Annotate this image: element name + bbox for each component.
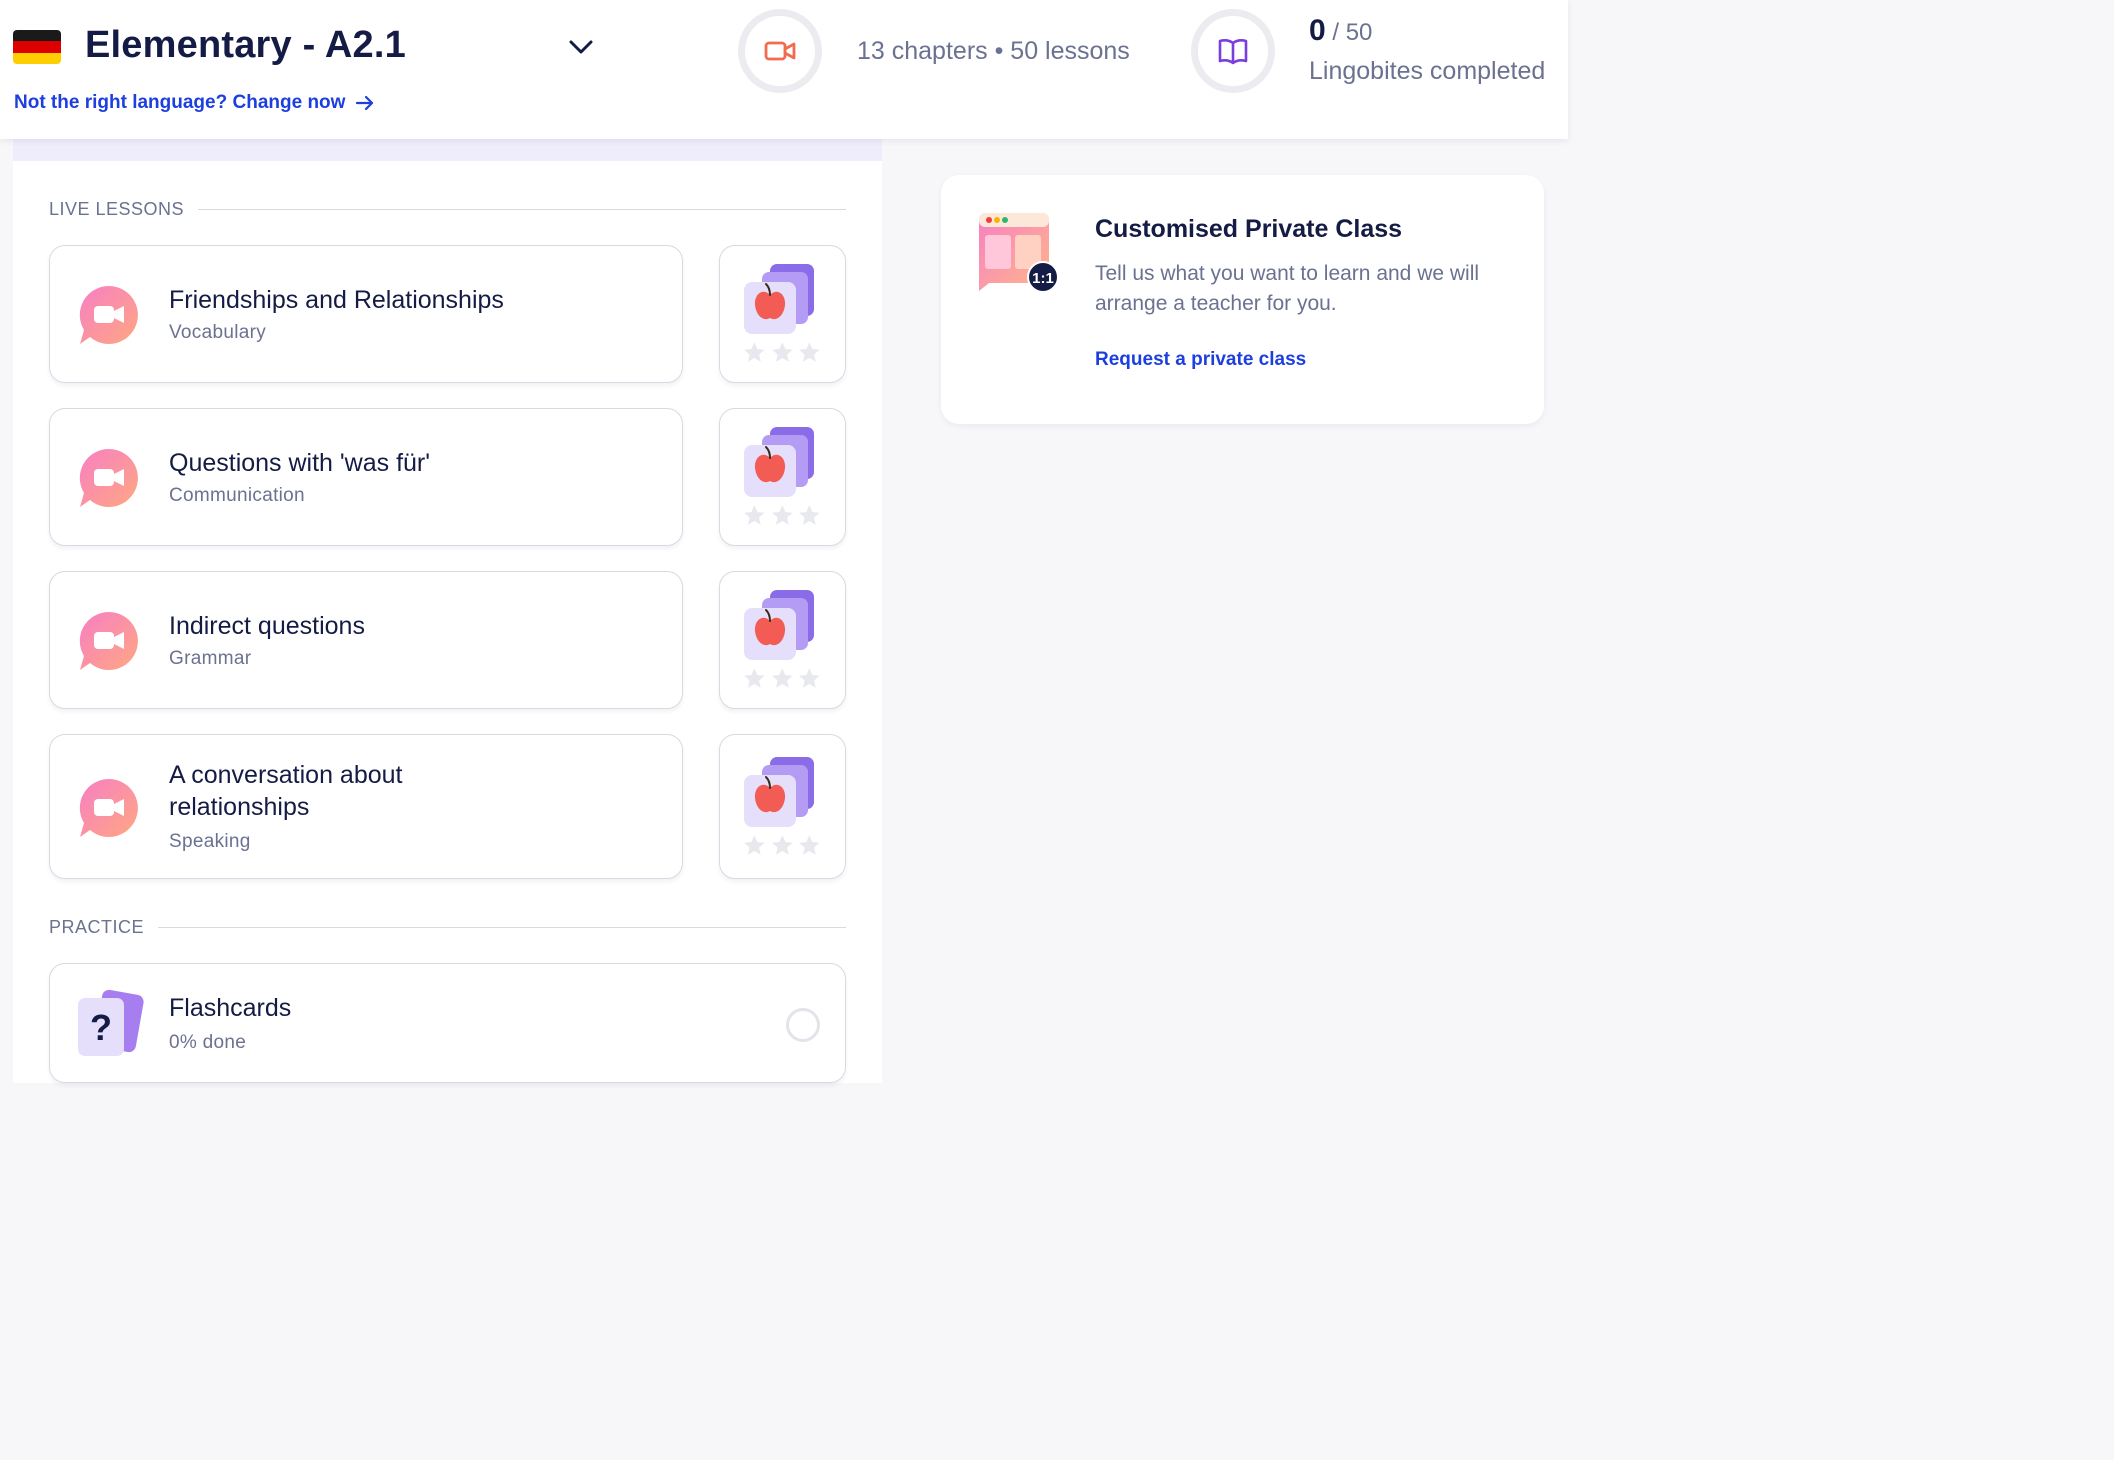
lesson-card[interactable]: Indirect questions Grammar [49,571,683,709]
lesson-reward[interactable] [719,571,846,709]
star-icon [771,342,793,362]
lesson-card[interactable]: Friendships and Relationships Vocabulary [49,245,683,383]
completion-circle-icon [786,1008,820,1042]
change-language-label: Not the right language? Change now [14,92,346,113]
lesson-category: Vocabulary [169,322,267,343]
flashcards-icon: ? [78,989,144,1056]
star-rating [742,666,822,692]
private-class-title: Customised Private Class [1095,215,1403,243]
star-icon [744,505,765,525]
lesson-reward[interactable] [719,245,846,383]
lesson-category: Speaking [169,831,251,852]
lessons-panel: LIVE LESSONS Friendships and Relationshi… [13,139,882,1083]
chevron-down-icon[interactable] [564,30,598,64]
course-stats: 13 chapters • 50 lessons [857,37,1130,65]
section-live-lessons-label: LIVE LESSONS [49,199,185,219]
lesson-card[interactable]: A conversation about relationships Speak… [49,734,683,879]
request-private-class-link[interactable]: Request a private class [1095,349,1306,371]
apple-cards-icon [744,427,814,497]
private-class-icon: 1:1 [979,213,1059,293]
svg-text:?: ? [90,1007,112,1048]
progress-label: Lingobites completed [1309,57,1546,85]
apple-cards-icon [744,590,814,660]
star-rating [742,340,822,366]
flashcards-title: Flashcards [169,994,292,1022]
private-class-card: 1:1 Customised Private Class Tell us wha… [941,175,1544,424]
progress-total: / 50 [1332,19,1373,46]
lesson-title: Questions with 'was für' [169,449,431,477]
lesson-category: Grammar [169,648,252,669]
arrow-right-icon [356,95,374,111]
star-icon [771,505,793,525]
progress-count: 0 / 50 [1309,14,1372,48]
lesson-title-line1: A conversation about [169,761,403,789]
flashcards-progress: 0% done [169,1032,247,1053]
progress-done: 0 [1309,14,1326,47]
live-lesson-icon [79,611,138,670]
lesson-reward[interactable] [719,734,846,879]
apple-cards-icon [744,757,814,827]
book-icon [1191,9,1275,93]
flashcards-card[interactable]: ? Flashcards 0% done [49,963,846,1083]
star-icon [771,668,793,688]
lesson-title-line2: relationships [169,793,310,821]
private-class-badge: 1:1 [1032,270,1054,287]
divider [198,209,846,210]
video-icon [738,9,822,93]
star-icon [744,668,765,688]
apple-cards-icon [744,264,814,334]
live-lesson-icon [79,778,138,837]
change-language-link[interactable]: Not the right language? Change now [14,92,375,114]
star-icon [744,835,765,855]
star-icon [744,342,765,362]
course-title: Elementary - A2.1 [85,24,406,66]
star-icon [799,342,820,362]
lesson-title: Indirect questions [169,612,365,640]
section-practice-label: PRACTICE [49,917,145,937]
star-icon [799,505,820,525]
section-live-lessons: LIVE LESSONS [49,199,846,220]
star-icon [799,835,820,855]
lesson-reward[interactable] [719,408,846,546]
divider [158,927,846,928]
live-lesson-icon [79,285,138,344]
section-practice: PRACTICE [49,917,846,938]
course-header: Elementary - A2.1 Not the right language… [0,0,1568,139]
star-rating [742,503,822,529]
lesson-card[interactable]: Questions with 'was für' Communication [49,408,683,546]
chapter-band [13,139,882,161]
live-lesson-icon [79,448,138,507]
star-rating [742,833,822,859]
star-icon [799,668,820,688]
german-flag-icon [13,30,61,64]
private-class-description: Tell us what you want to learn and we wi… [1095,262,1480,315]
lesson-title: Friendships and Relationships [169,286,504,314]
star-icon [771,835,793,855]
lesson-category: Communication [169,485,305,506]
